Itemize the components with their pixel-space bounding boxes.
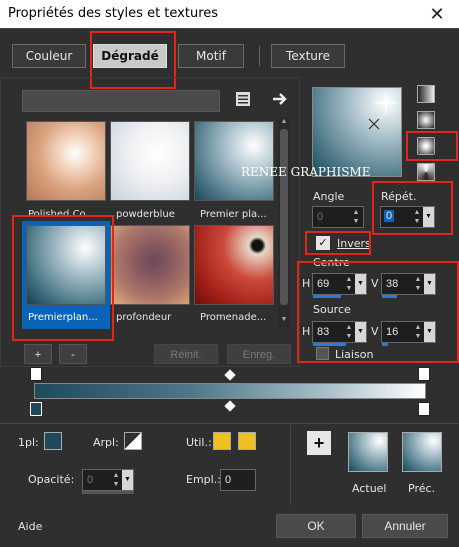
tab-couleur[interactable]: Couleur <box>12 44 86 68</box>
gradient-scrollbar[interactable]: ▲ ▼ <box>278 117 290 327</box>
tab-texture[interactable]: Texture <box>271 44 345 68</box>
rectangular-style-icon[interactable] <box>417 111 435 129</box>
gradient-thumb-polished[interactable] <box>26 121 106 201</box>
source-h-label: H <box>302 325 311 338</box>
title-bar: Propriétés des styles et textures ✕ <box>0 0 459 28</box>
angle-label: Angle <box>313 190 345 203</box>
gradient-label: Premierplan... <box>28 312 98 323</box>
layer-swatch[interactable] <box>44 432 62 450</box>
dialog-body: Couleur Dégradé Motif Texture Polished C… <box>0 28 459 547</box>
close-icon[interactable]: ✕ <box>425 3 449 25</box>
arrow-right-icon[interactable] <box>271 90 289 108</box>
repeat-input[interactable]: 0 ▲ ▼ ▼ <box>380 206 435 228</box>
gradient-top-left-marker[interactable] <box>30 367 42 381</box>
util-label: Util.: <box>186 436 212 449</box>
empl-input[interactable]: 0 <box>220 469 256 491</box>
arpl-swatch[interactable] <box>124 432 142 450</box>
gradient-name-field[interactable] <box>22 90 220 112</box>
gradient-bottom-midpoint[interactable] <box>224 400 236 412</box>
gradient-label: powderblue <box>116 209 175 220</box>
link-label: Liaison <box>335 348 374 361</box>
sunburst-style-icon[interactable] <box>417 163 435 181</box>
center-v-bar <box>382 295 397 298</box>
opacity-bar <box>82 491 134 494</box>
scroll-down-icon[interactable]: ▼ <box>278 315 290 325</box>
linear-style-icon[interactable] <box>417 85 435 103</box>
watermark-text: RENEE GRAPHISME <box>241 165 371 179</box>
link-checkbox[interactable] <box>316 347 329 360</box>
previous-label: Préc. <box>408 482 436 495</box>
angle-input[interactable]: 0 ▲ ▼ <box>312 206 364 228</box>
gradient-thumb-profondeur[interactable] <box>110 225 190 305</box>
scroll-up-icon[interactable]: ▲ <box>278 117 290 127</box>
separator <box>0 423 459 424</box>
gradient-thumb-promenade[interactable] <box>194 225 274 305</box>
center-h-input[interactable]: 69 ▲ ▼ ▼ <box>312 273 367 295</box>
gradient-thumb-premier-pla[interactable] <box>194 121 274 201</box>
ok-button[interactable]: OK <box>276 514 356 538</box>
util-swatch-2[interactable] <box>238 432 256 450</box>
tab-motif[interactable]: Motif <box>178 44 244 68</box>
source-v-bar <box>382 343 388 346</box>
source-v-label: V <box>371 325 379 338</box>
opacity-label: Opacité: <box>28 473 75 486</box>
opacity-input[interactable]: 0 ▲ ▼ ▼ <box>82 469 134 491</box>
current-swatch[interactable] <box>348 432 388 472</box>
gradient-color-stop-left[interactable] <box>30 402 42 416</box>
current-label: Actuel <box>352 482 387 495</box>
arpl-label: Arpl: <box>93 436 119 449</box>
gradient-label: Promenade... <box>200 312 267 323</box>
source-h-bar <box>313 343 346 346</box>
gradient-label: profondeur <box>116 312 172 323</box>
center-h-bar <box>313 295 341 298</box>
window-title: Propriétés des styles et textures <box>8 6 219 21</box>
scroll-thumb[interactable] <box>280 129 288 305</box>
tab-separator <box>259 46 260 66</box>
gradient-preview[interactable] <box>312 87 402 177</box>
empl-label: Empl.: <box>186 473 221 486</box>
radial-style-icon[interactable] <box>417 137 435 155</box>
cancel-button[interactable]: Annuler <box>362 514 448 538</box>
gradient-thumb-powderblue[interactable] <box>110 121 190 201</box>
center-h-label: H <box>302 277 311 290</box>
center-v-input[interactable]: 38 ▲ ▼ ▼ <box>381 273 436 295</box>
gradient-thumb-premierplan-selected[interactable] <box>26 225 106 305</box>
reset-button[interactable]: Réinit. <box>154 344 218 364</box>
center-label: Centre <box>313 256 350 269</box>
layer-label: 1pl: <box>18 436 39 449</box>
center-v-label: V <box>371 277 379 290</box>
gradient-editor-bar[interactable] <box>34 383 426 399</box>
gradient-top-right-marker[interactable] <box>418 367 430 381</box>
remove-gradient-button[interactable]: - <box>59 344 87 364</box>
source-h-input[interactable]: 83 ▲ ▼ ▼ <box>312 321 367 343</box>
repeat-label: Répét. <box>381 190 417 203</box>
invert-checkbox[interactable]: ✓ <box>316 236 330 250</box>
gradient-label: Premier pla... <box>200 209 267 220</box>
add-gradient-button[interactable]: + <box>24 344 52 364</box>
source-v-input[interactable]: 16 ▲ ▼ ▼ <box>381 321 436 343</box>
save-gradient-button[interactable]: Enreg. <box>227 344 291 364</box>
source-label: Source <box>313 303 351 316</box>
tab-degrade[interactable]: Dégradé <box>93 44 167 68</box>
gradient-color-stop-right[interactable] <box>418 402 430 416</box>
gradient-top-midpoint[interactable] <box>224 369 236 381</box>
previous-swatch[interactable] <box>402 432 442 472</box>
separator <box>290 425 291 505</box>
invert-label: Invers <box>337 237 371 250</box>
list-view-icon[interactable] <box>235 91 251 107</box>
util-swatch-1[interactable] <box>213 432 231 450</box>
add-to-swatches-button[interactable]: + <box>307 431 331 455</box>
help-link[interactable]: Aide <box>18 520 42 533</box>
